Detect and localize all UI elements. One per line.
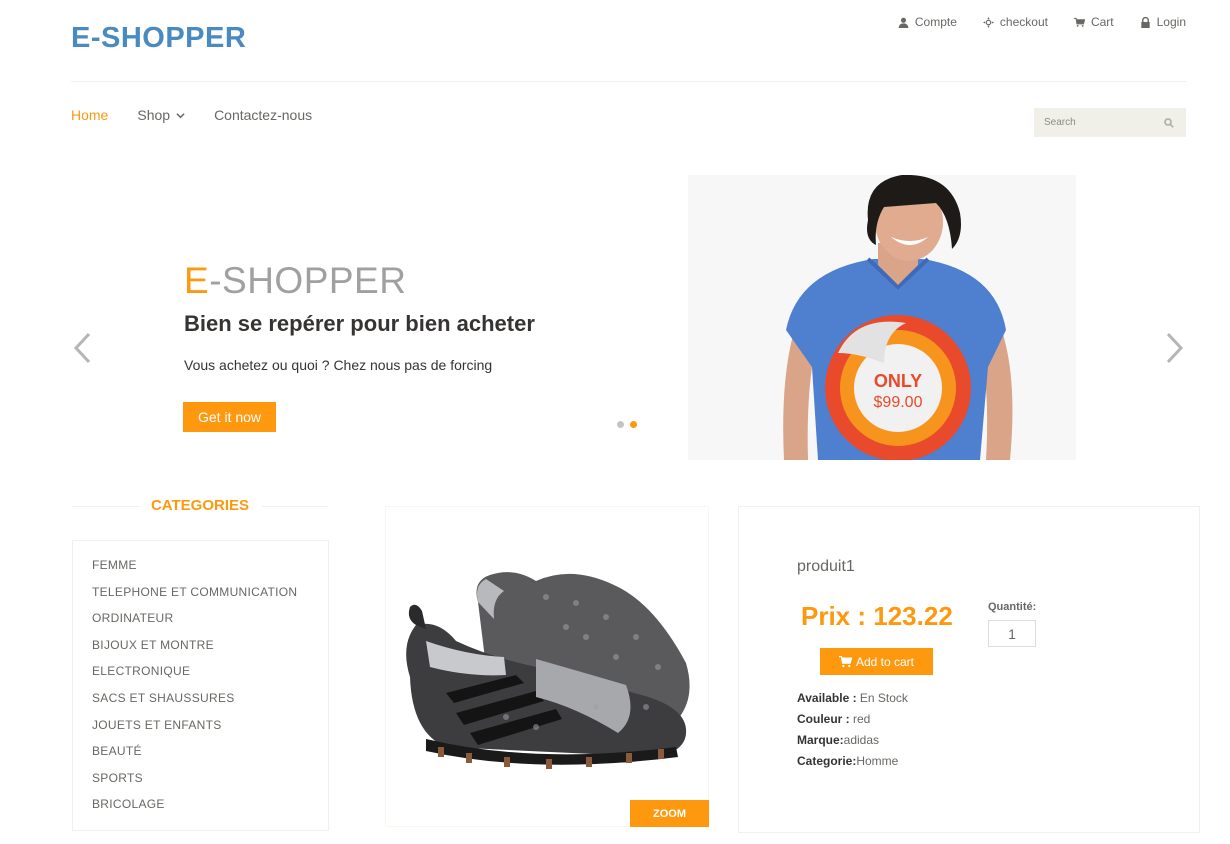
nav-shop-label: Shop xyxy=(137,107,171,123)
add-to-cart-label: Add to cart xyxy=(855,654,915,669)
login-link-label: Login xyxy=(1156,15,1186,29)
category-item[interactable]: SPORTS xyxy=(92,771,328,798)
slide-brand-first: E xyxy=(184,260,210,301)
brand-label: Marque: xyxy=(797,733,844,747)
get-it-now-button[interactable]: Get it now xyxy=(183,402,276,432)
product-category: Categorie:Homme xyxy=(797,754,898,768)
category-item[interactable]: ORDINATEUR xyxy=(92,611,328,638)
login-link[interactable]: Login xyxy=(1140,15,1186,29)
category-item[interactable]: BRICOLAGE xyxy=(92,797,328,824)
checkout-link-label: checkout xyxy=(999,15,1048,29)
slide-title: Bien se repérer pour bien acheter xyxy=(184,311,535,336)
chevron-right-icon xyxy=(1166,332,1184,364)
lock-icon xyxy=(1140,16,1150,28)
category-value: Homme xyxy=(856,754,899,768)
football-boots-image xyxy=(406,572,690,769)
header-divider xyxy=(71,81,1187,82)
zoom-button[interactable]: ZOOM xyxy=(630,800,709,827)
badge-only-text: ONLY xyxy=(874,371,922,391)
quantity-label: Quantité: xyxy=(988,601,1037,613)
product-image-panel xyxy=(385,506,709,827)
color-value: red xyxy=(849,712,871,726)
search-box xyxy=(1034,108,1186,137)
badge-price-text: $99.00 xyxy=(874,394,923,411)
product-color: Couleur : red xyxy=(797,712,870,726)
categories-title: CATEGORIES xyxy=(150,497,250,514)
category-list: FEMME TELEPHONE ET COMMUNICATION ORDINAT… xyxy=(72,540,329,831)
account-link-label: Compte xyxy=(914,15,957,29)
product-info-panel xyxy=(738,506,1200,833)
product-availability: Available : En Stock xyxy=(797,691,908,705)
product-price: Prix : 123.22 xyxy=(801,601,953,631)
slider-next-button[interactable] xyxy=(1163,330,1187,366)
slider-indicators xyxy=(617,421,637,428)
product-name: produit1 xyxy=(797,558,855,575)
cart-icon xyxy=(838,655,852,667)
quantity-input[interactable] xyxy=(988,620,1036,647)
brand-value: adidas xyxy=(843,733,880,747)
chevron-down-icon xyxy=(176,112,185,118)
category-item[interactable]: BIJOUX ET MONTRE xyxy=(92,638,328,665)
checkout-link[interactable]: checkout xyxy=(982,15,1048,29)
slide-brand-rest: -SHOPPER xyxy=(209,260,407,301)
category-item[interactable]: ELECTRONIQUE xyxy=(92,664,328,691)
crosshairs-icon xyxy=(982,16,994,28)
category-item[interactable]: TELEPHONE ET COMMUNICATION xyxy=(92,585,328,612)
category-item[interactable]: SACS ET SHAUSSURES xyxy=(92,691,328,718)
add-to-cart-button[interactable]: Add to cart xyxy=(820,648,933,675)
man-with-badge-illustration: ONLY $99.00 xyxy=(688,175,1076,460)
nav-contact[interactable]: Contactez-nous xyxy=(214,107,312,123)
slide-text: Vous achetez ou quoi ? Chez nous pas de … xyxy=(184,357,493,373)
chevron-left-icon xyxy=(73,332,91,364)
category-item[interactable]: FEMME xyxy=(92,558,328,585)
slide-image: ONLY $99.00 xyxy=(688,175,1076,460)
cart-icon xyxy=(1073,17,1085,27)
user-icon xyxy=(898,17,909,28)
category-label: Categorie: xyxy=(797,754,857,768)
nav-home[interactable]: Home xyxy=(71,107,108,123)
availability-value: En Stock xyxy=(856,691,908,705)
nav-shop[interactable]: Shop xyxy=(137,107,185,123)
color-label: Couleur : xyxy=(797,712,850,726)
search-input[interactable] xyxy=(1044,117,1144,128)
slider-prev-button[interactable] xyxy=(70,330,94,366)
product-brand: Marque:adidas xyxy=(797,733,879,747)
site-logo[interactable]: E-SHOPPER xyxy=(71,22,246,55)
account-link[interactable]: Compte xyxy=(898,15,957,29)
availability-label: Available : xyxy=(797,691,857,705)
slider-dot-1[interactable] xyxy=(617,421,624,428)
slide-brand: E-SHOPPER xyxy=(184,260,406,302)
slider-dot-2[interactable] xyxy=(630,421,637,428)
cart-link-label: Cart xyxy=(1090,15,1114,29)
cart-link[interactable]: Cart xyxy=(1073,15,1114,29)
category-item[interactable]: JOUETS ET ENFANTS xyxy=(92,718,328,745)
category-item[interactable]: BEAUTÉ xyxy=(92,744,328,771)
search-icon[interactable] xyxy=(1164,117,1174,128)
top-nav: Compte checkout Cart Login xyxy=(898,15,1186,29)
main-nav: Home Shop Contactez-nous xyxy=(71,107,312,123)
